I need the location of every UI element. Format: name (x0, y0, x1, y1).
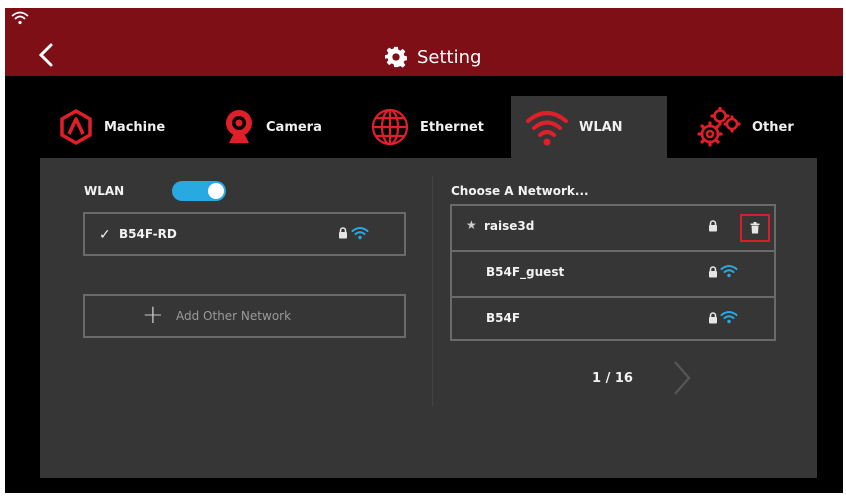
tab-ethernet[interactable]: Ethernet (370, 96, 484, 158)
network-row[interactable]: ★ raise3d (452, 206, 774, 250)
title-group: Setting (385, 44, 481, 70)
wifi-icon (526, 111, 568, 146)
tab-machine-label: Machine (104, 119, 166, 135)
network-name: B54F_guest (486, 265, 565, 279)
settings-tabs: Machine Camera Ethernet WLAN Other (40, 96, 817, 158)
gear-icon (385, 46, 407, 68)
tab-camera[interactable]: Camera (222, 96, 322, 158)
toggle-knob (208, 183, 224, 199)
status-wifi-icon (11, 11, 29, 25)
back-button[interactable] (35, 42, 57, 68)
connected-network[interactable]: ✓ B54F-RD (83, 212, 406, 256)
choose-network-heading: Choose A Network... (451, 184, 589, 198)
delete-network-button[interactable] (740, 214, 770, 242)
tab-wlan[interactable]: WLAN (511, 96, 667, 158)
tab-other[interactable]: Other (696, 96, 794, 158)
trash-icon (750, 222, 760, 234)
network-name: raise3d (484, 219, 535, 233)
lock-icon (709, 220, 717, 232)
connected-network-name: B54F-RD (119, 227, 177, 241)
wifi-signal-icon (720, 311, 738, 324)
tab-wlan-label: WLAN (579, 119, 623, 135)
lock-icon (709, 312, 717, 324)
tab-other-label: Other (752, 119, 794, 135)
globe-icon (371, 108, 409, 146)
network-list: ★ raise3d B54F_guest B54F (450, 204, 776, 341)
star-icon: ★ (466, 218, 477, 232)
wlan-toggle-label: WLAN (84, 184, 125, 198)
gears-icon (697, 107, 741, 147)
network-row[interactable]: B54F_guest (452, 250, 774, 294)
add-other-network-button[interactable]: + Add Other Network (83, 294, 406, 338)
camera-icon (226, 110, 252, 143)
network-name: B54F (486, 311, 521, 325)
page-indicator: 1 / 16 (592, 371, 633, 386)
plus-icon: + (142, 300, 164, 330)
page-title: Setting (417, 46, 482, 68)
header-bar: Setting (5, 8, 843, 76)
settings-screen: Setting Machine Camera Ethernet WLAN Oth… (5, 8, 843, 493)
lock-icon (709, 266, 717, 278)
tab-camera-label: Camera (266, 119, 322, 135)
add-network-label: Add Other Network (176, 309, 292, 323)
panel-divider (432, 176, 433, 406)
wlan-panel: WLAN ✓ B54F-RD + Add Other Network Choos… (40, 158, 817, 478)
lock-icon (339, 227, 347, 239)
check-icon: ✓ (99, 227, 111, 243)
tab-machine[interactable]: Machine (58, 96, 165, 158)
machine-logo-icon (60, 109, 92, 145)
network-row[interactable]: B54F (452, 296, 774, 340)
tab-ethernet-label: Ethernet (420, 119, 484, 135)
wifi-signal-icon (720, 265, 738, 278)
wlan-toggle[interactable] (172, 181, 226, 201)
next-page-button[interactable] (670, 358, 694, 398)
wifi-signal-icon (351, 227, 369, 240)
